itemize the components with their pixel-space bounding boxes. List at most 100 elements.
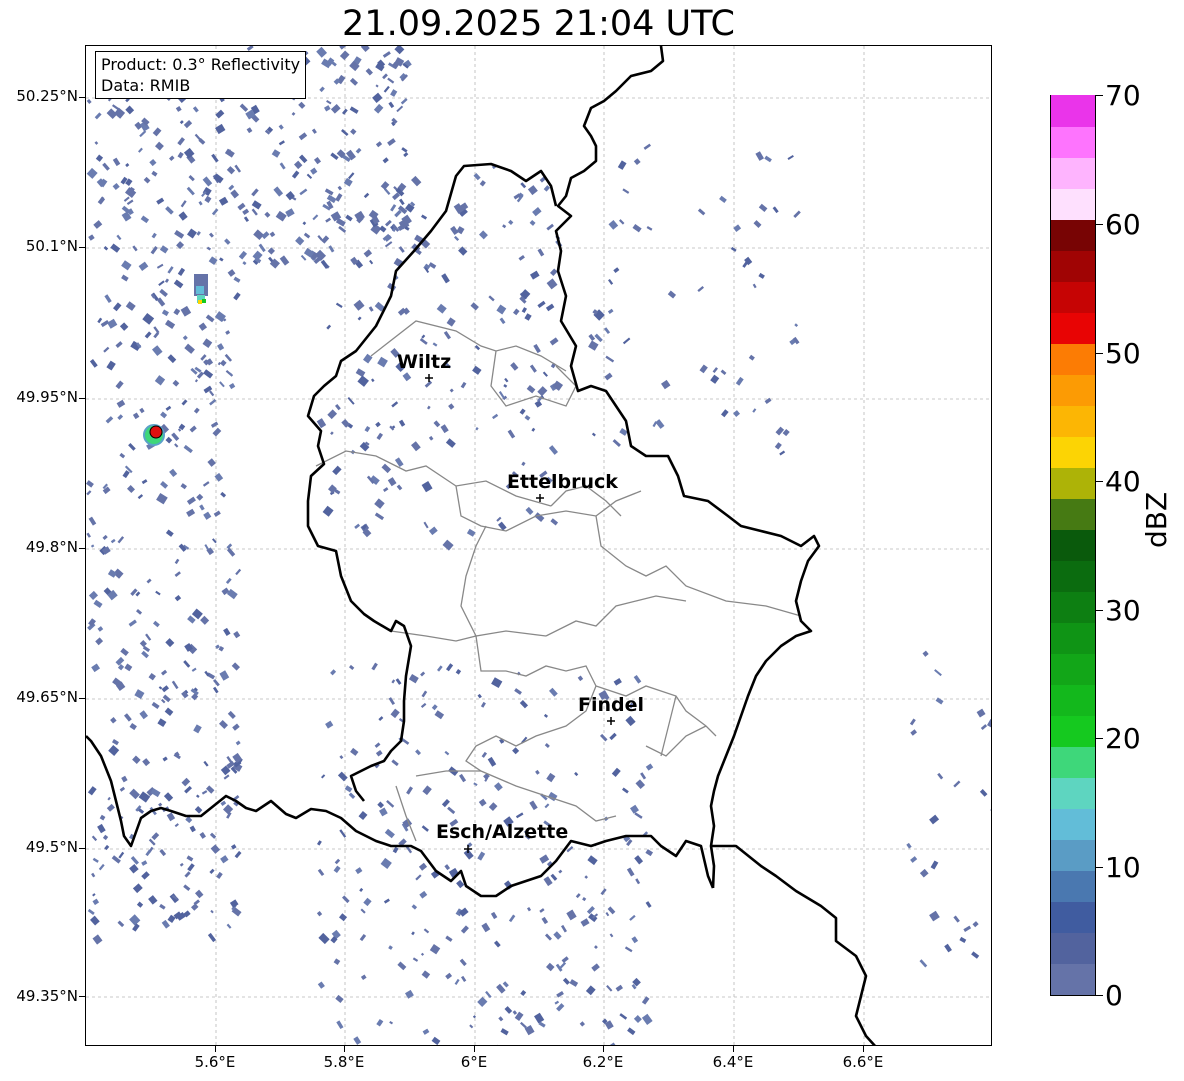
radar-echo-pixel — [129, 723, 137, 731]
radar-echo-pixel — [234, 850, 242, 859]
radar-echo-pixel — [155, 590, 161, 596]
radar-echo-pixel — [332, 465, 342, 476]
radar-echo-pixel — [459, 773, 467, 783]
radar-echo-pixel — [630, 804, 639, 814]
radar-echo-pixel — [377, 356, 388, 368]
colorbar-tick — [1096, 610, 1103, 611]
radar-echo-pixel — [275, 210, 287, 222]
colorbar-segment — [1051, 715, 1095, 747]
radar-echo-pixel — [546, 962, 555, 972]
radar-echo-pixel — [291, 170, 300, 179]
radar-echo-pixel — [225, 330, 231, 335]
data-source-label: Data: RMIB — [101, 76, 191, 95]
radar-echo-pixel — [604, 372, 613, 381]
radar-echo-pixel — [423, 521, 429, 529]
radar-echo-pixel — [609, 933, 614, 938]
radar-echo-pixel — [209, 832, 217, 839]
colorbar-segment — [1051, 157, 1095, 189]
radar-echo-pixel — [339, 46, 348, 50]
radar-echo-pixel — [154, 375, 166, 386]
radar-echo-pixel — [219, 719, 229, 729]
radar-echo-pixel — [129, 863, 139, 874]
colorbar-segment — [1051, 560, 1095, 592]
radar-echo-pixel — [389, 1020, 394, 1025]
radar-echo-pixel — [299, 154, 308, 164]
colorbar-segment — [1051, 281, 1095, 313]
colorbar-tick — [1096, 95, 1103, 96]
radar-echo-pixel — [327, 409, 338, 420]
radar-echo-pixel — [174, 229, 185, 239]
radar-echo-pixel — [238, 250, 248, 260]
lon-tick — [344, 1046, 345, 1052]
radar-echo-pixel — [171, 680, 179, 690]
radar-echo-pixel — [177, 137, 185, 146]
radar-echo-pixel — [164, 707, 174, 716]
radar-echo-pixel — [206, 785, 215, 794]
radar-echo-pixel — [121, 274, 129, 282]
radar-echo-pixel — [126, 199, 134, 206]
radar-echo-pixel — [215, 109, 225, 119]
radar-echo-pixel — [721, 409, 729, 418]
radar-echo-pixel — [448, 403, 455, 410]
radar-echo-pixel — [210, 909, 214, 914]
radar-echo-pixel — [349, 664, 355, 671]
radar-echo-pixel — [152, 127, 162, 137]
radar-echo-pixel — [440, 424, 449, 434]
radar-echo-pixel — [380, 181, 390, 190]
radar-echo-pixel — [752, 283, 757, 289]
radar-echo-pixel — [385, 219, 392, 227]
radar-echo-pixel — [330, 103, 341, 114]
radar-echo-pixel — [235, 568, 242, 576]
radar-echo-pixel — [156, 197, 165, 205]
radar-echo-pixel — [333, 865, 341, 874]
radar-echo-pixel — [411, 441, 421, 452]
radar-echo-pixel — [165, 529, 174, 537]
radar-echo-pixel — [203, 511, 212, 520]
radar-echo-pixel — [177, 151, 184, 159]
radar-echo-pixel — [374, 498, 385, 509]
radar-echo-pixel — [91, 835, 98, 842]
radar-echo-pixel — [142, 312, 155, 325]
radar-echo-pixel — [441, 798, 450, 808]
radar-echo-pixel — [185, 816, 193, 824]
radar-echo-pixel — [479, 230, 488, 240]
lat-tick — [79, 848, 85, 849]
radar-echo-pixel — [333, 958, 341, 965]
radar-echo-pixel — [159, 903, 166, 910]
radar-echo-pixel — [224, 238, 231, 245]
city-label-findel: Findel — [578, 694, 645, 716]
radar-echo-pixel — [86, 532, 91, 538]
radar-echo-pixel — [86, 167, 98, 179]
radar-echo-pixel — [392, 846, 399, 854]
radar-echo-pixel — [342, 108, 348, 115]
radar-echo-pixel — [591, 432, 596, 437]
radar-echo-pixel — [755, 151, 765, 161]
radar-echo-pixel — [339, 913, 348, 922]
radar-echo-pixel — [88, 234, 95, 241]
radar-echo-pixel — [519, 700, 529, 709]
radar-echo-pixel — [431, 1036, 441, 1045]
radar-echo-pixel — [226, 756, 233, 764]
radar-echo-pixel — [549, 337, 559, 346]
radar-echo-pixel — [115, 341, 123, 348]
radar-echo-pixel — [535, 769, 540, 775]
colorbar-segment — [1051, 374, 1095, 406]
radar-echo-pixel — [169, 155, 175, 161]
radar-echo-pixel — [444, 750, 450, 756]
radar-echo-pixel — [397, 961, 407, 971]
radar-echo-pixel — [110, 538, 116, 544]
radar-echo-pixel — [161, 919, 170, 929]
radar-echo-pixel — [119, 452, 126, 459]
radar-echo-pixel — [488, 295, 495, 302]
radar-echo-pixel — [363, 249, 373, 258]
colorbar-label: 0 — [1105, 979, 1123, 1012]
colorbar-label: 40 — [1105, 465, 1141, 498]
radar-map[interactable]: Product: 0.3° Reflectivity Data: RMIB Wi… — [85, 45, 992, 1046]
radar-echo-pixel — [733, 224, 742, 232]
radar-echo-pixel — [202, 481, 210, 487]
radar-echo-pixel — [772, 206, 779, 214]
radar-echo-pixel — [207, 458, 216, 467]
radar-echo-pixel — [139, 407, 145, 414]
radar-echo-pixel — [520, 182, 527, 189]
radar-echo-pixel — [390, 708, 400, 719]
